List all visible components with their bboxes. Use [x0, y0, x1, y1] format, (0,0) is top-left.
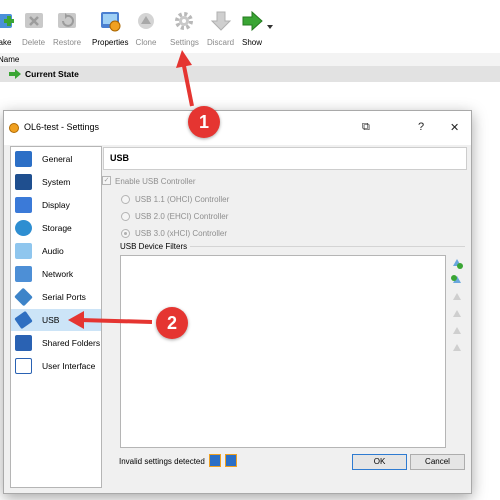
annotation-arrows	[68, 50, 194, 329]
callout-2-badge: 2	[156, 307, 188, 339]
callout-1-badge: 1	[188, 106, 220, 138]
arrow-2-icon	[68, 311, 153, 329]
arrow-1-icon	[176, 50, 194, 107]
